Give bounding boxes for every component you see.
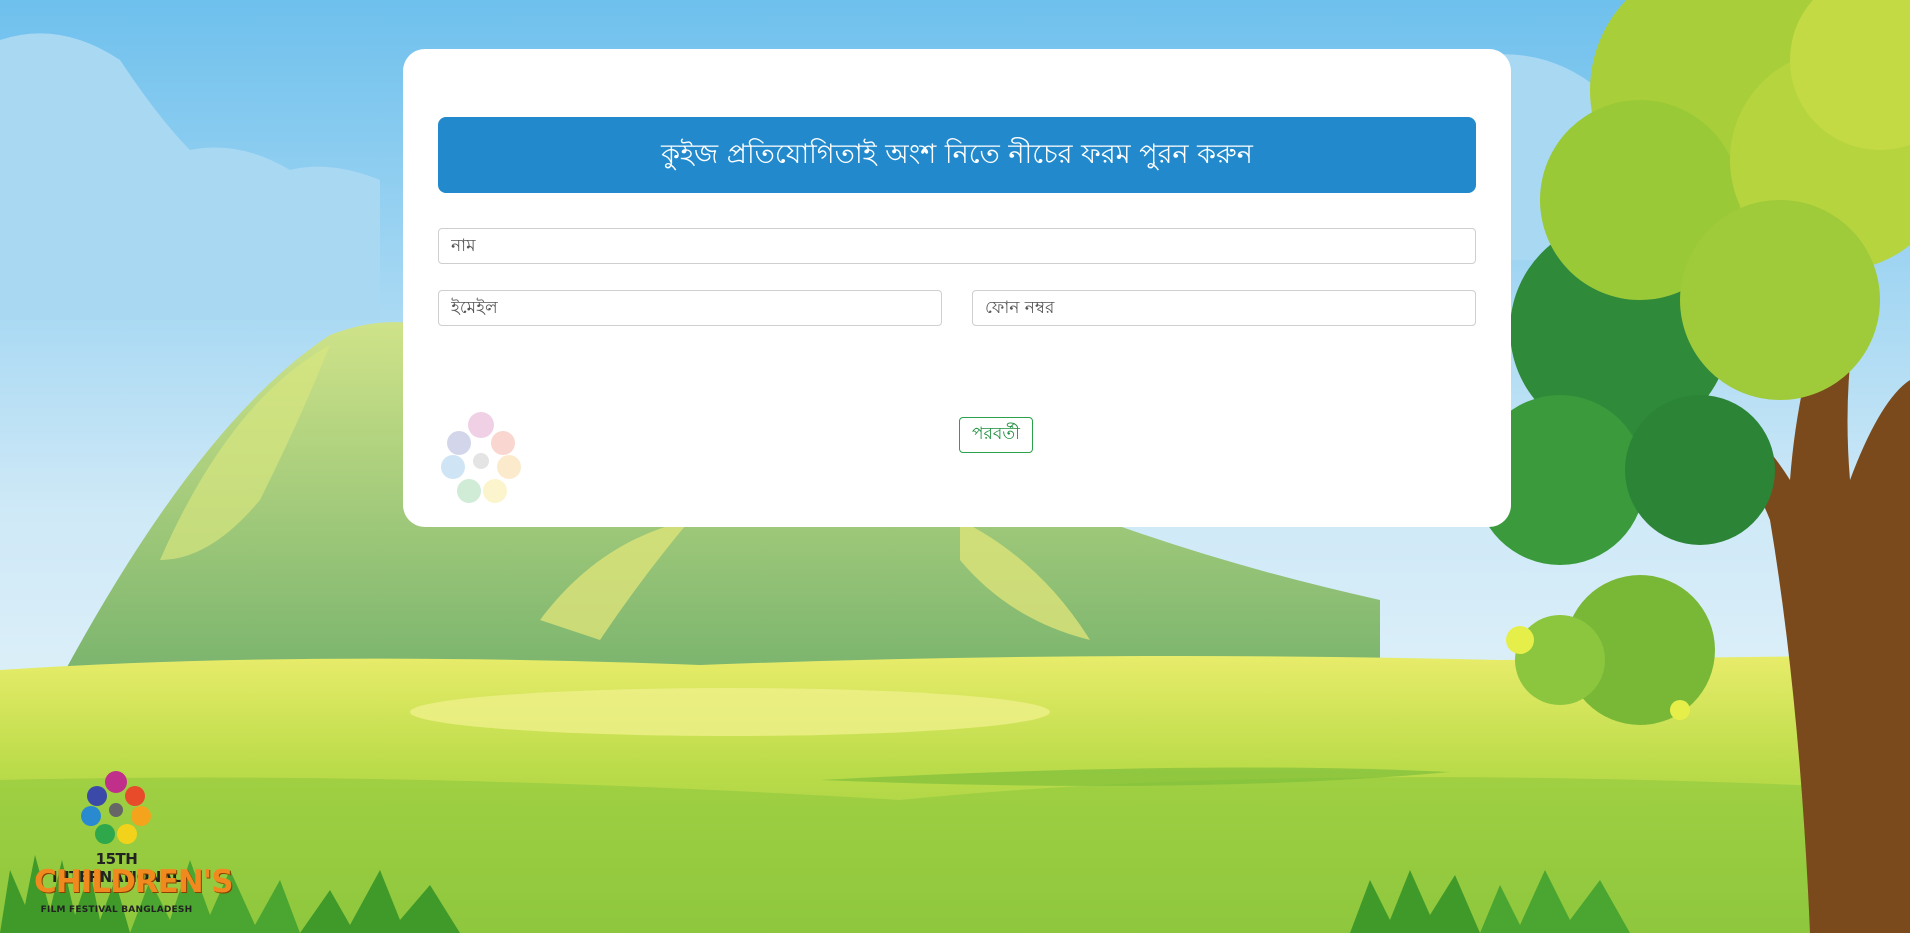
phone-input[interactable] <box>972 290 1476 326</box>
festival-logo: 15TH INTERNATIONAL CHILDREN'S FILM FESTI… <box>34 768 234 920</box>
quiz-form-card: কুইজ প্রতিযোগিতাই অংশ নিতে নীচের ফরম পুর… <box>403 49 1511 527</box>
festival-logo-icon <box>81 771 151 844</box>
logo-line-childrens: CHILDREN'S <box>34 864 234 900</box>
flower-logo-icon <box>441 412 521 503</box>
logo-line-festival: FILM FESTIVAL BANGLADESH <box>40 905 193 915</box>
name-input[interactable] <box>438 228 1476 264</box>
next-button[interactable]: পরবর্তী <box>959 417 1033 453</box>
form-title-banner: কুইজ প্রতিযোগিতাই অংশ নিতে নীচের ফরম পুর… <box>438 117 1476 193</box>
email-input[interactable] <box>438 290 942 326</box>
